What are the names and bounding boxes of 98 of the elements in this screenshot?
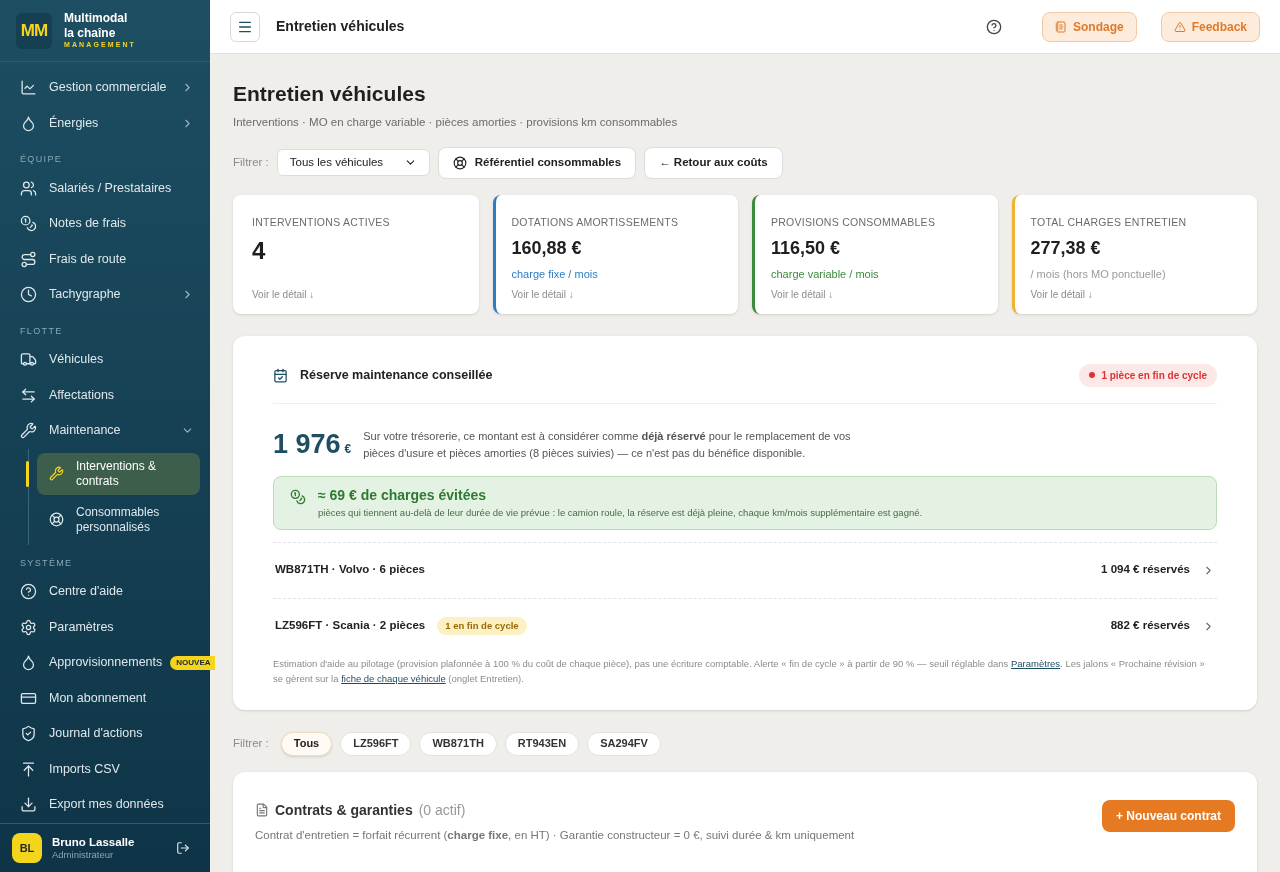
- download-icon: [20, 796, 37, 814]
- filter-chip[interactable]: LZ596FT: [340, 731, 412, 756]
- stat-value: 4: [252, 235, 267, 266]
- sidebar-item[interactable]: Salariés / Prestataires: [0, 170, 210, 206]
- page-subtitle: Interventions · MO en charge variable · pièces amorties · provisions km consommables: [233, 114, 679, 130]
- sidebar-item[interactable]: Énergies: [0, 105, 210, 141]
- droplet-icon: [20, 654, 37, 672]
- footnote: Estimation d'aide au pilotage (provision plafonnée à 100 % du coût de chaque pièce), pas une écriture comptable. Alerte « fin de cycle » à partir de 90 % — seuil réglable dans Paramètres. Les jalons « Prochaine révision » se gèrent sur la fiche de chaque véhicule (onglet Entretien).: [273, 656, 1206, 686]
- alert-badge: 1 pièce en fin de cycle: [1079, 363, 1217, 387]
- filter-label: Filtrer :: [233, 735, 269, 751]
- savings-text: pièces qui tiennent au-delà de leur durée de vie prévue : le camion roule, la réserve est déjà pleine, chaque km/mois supplémentaire est gagné.: [318, 506, 923, 521]
- user-role: Administrateur: [52, 849, 115, 862]
- sidebar-item[interactable]: Tachygraphe: [0, 277, 210, 313]
- brand-name: la chaîne: [64, 26, 117, 42]
- coins-icon: [20, 215, 37, 233]
- stat-note: / mois (hors MO ponctuelle): [1030, 266, 1167, 282]
- stat-value: 160,88 €: [511, 236, 583, 260]
- truck-icon: [20, 351, 37, 369]
- contract-count: (0 actif): [418, 800, 466, 820]
- currency-symbol: €: [344, 440, 352, 458]
- lifebuoy-icon: [49, 512, 64, 527]
- page-title: Entretien véhicules: [233, 81, 427, 107]
- inline-link[interactable]: fiche de chaque véhicule: [341, 672, 446, 684]
- detail-link[interactable]: Voir le détail ↓: [252, 286, 463, 302]
- vehicle-row[interactable]: WB871TH · Volvo · 6 pièces 1 094 € réservés: [273, 541, 1217, 598]
- new-badge: NOUVEA: [170, 655, 215, 670]
- sidebar-item[interactable]: Véhicules: [0, 342, 210, 378]
- reserve-amount: 1 976: [273, 427, 341, 461]
- filter-chip[interactable]: RT943EN: [504, 731, 580, 756]
- stat-value: 277,38 €: [1030, 236, 1102, 260]
- upload-icon: [20, 760, 37, 778]
- coins-icon: [290, 489, 306, 506]
- sidebar-item[interactable]: Journal d'actions: [0, 716, 210, 752]
- help-icon: [20, 583, 37, 601]
- stat-label: INTERVENTIONS ACTIVES: [252, 214, 391, 230]
- clock-icon: [20, 286, 37, 304]
- active-indicator: [26, 460, 29, 487]
- users-icon: [20, 179, 37, 197]
- stat-label: PROVISIONS CONSOMMABLES: [771, 214, 937, 230]
- section-title: Réserve maintenance conseillée: [300, 366, 493, 384]
- section-heading: FLOTTE: [19, 324, 64, 338]
- vehicle-select[interactable]: Tous les véhicules: [276, 149, 430, 177]
- section-heading: SYSTÈME: [19, 556, 74, 570]
- reserve-explanation: Sur votre trésorerie, ce montant est à considérer comme déjà réservé pour le remplacement de vos pièces d'usure et pièces amorties (8 pièces suivies) — ce n'est pas du bénéfice disponible.: [363, 428, 852, 461]
- user-name: Bruno Lassalle: [52, 834, 135, 850]
- arrows-icon: [20, 386, 37, 404]
- user-avatar: BL: [12, 833, 42, 863]
- back-button[interactable]: ← Retour aux coûts: [644, 146, 783, 179]
- filter-label: Filtrer :: [233, 155, 269, 171]
- document-icon: [255, 803, 269, 817]
- sidebar-item[interactable]: Gestion commerciale: [0, 70, 210, 106]
- notebook-icon: [1054, 20, 1067, 33]
- cycle-tag: 1 en fin de cycle: [437, 616, 527, 636]
- menu-button[interactable]: [230, 11, 260, 42]
- savings-title: ≈ 69 € de charges évitées: [318, 486, 487, 506]
- sidebar-item[interactable]: Affectations: [0, 377, 210, 413]
- stat-label: DOTATIONS AMORTISSEMENTS: [511, 214, 680, 230]
- sidebar-item[interactable]: Maintenance: [0, 413, 210, 449]
- droplet-icon: [20, 114, 37, 132]
- warning-icon: [1173, 20, 1186, 33]
- logo: MM: [16, 12, 52, 49]
- wrench-icon: [20, 422, 37, 440]
- contracts-description: Contrat d'entretien = forfait récurrent (charge fixe, en HT) · Garantie constructeur = 0 €, suivi durée & km uniquement: [255, 827, 855, 843]
- submenu-item[interactable]: Consommables personnalisés: [37, 498, 200, 541]
- stat-label: TOTAL CHARGES ENTRETIEN: [1030, 214, 1188, 230]
- sidebar-item[interactable]: Centre d'aide: [0, 574, 210, 610]
- sidebar-item[interactable]: Export mes données: [0, 787, 210, 823]
- consumables-button[interactable]: Référentiel consommables: [437, 146, 637, 179]
- calendar-icon: [273, 367, 288, 383]
- brand-name: Multimodal: [64, 11, 129, 27]
- sidebar-item[interactable]: Mon abonnement: [0, 680, 210, 716]
- filter-chip[interactable]: SA294FV: [587, 731, 661, 756]
- section-heading: ÉQUIPE: [19, 153, 64, 166]
- section-title: Contrats & garanties: [275, 800, 413, 820]
- detail-link[interactable]: Voir le détail ↓: [1030, 286, 1241, 302]
- stat-note: charge variable / mois: [771, 266, 880, 282]
- sidebar-item[interactable]: Frais de route: [0, 241, 210, 277]
- stat-note: charge fixe / mois: [511, 266, 599, 282]
- detail-link[interactable]: Voir le détail ↓: [771, 286, 982, 302]
- page-header-title: Entretien véhicules: [276, 17, 405, 36]
- wrench-icon: [49, 466, 64, 481]
- settings-icon: [20, 618, 37, 636]
- detail-link[interactable]: Voir le détail ↓: [511, 286, 722, 302]
- filter-chip[interactable]: WB871TH: [419, 731, 497, 756]
- route-icon: [20, 250, 37, 268]
- reserved-amount: 1 094 € réservés: [1101, 562, 1190, 578]
- lifebuoy-icon: [452, 155, 467, 170]
- vehicle-row[interactable]: LZ596FT · Scania · 2 pièces 1 en fin de cycle 882 € réservés: [273, 597, 1217, 654]
- help-icon[interactable]: [985, 18, 1002, 35]
- reserved-amount: 882 € réservés: [1110, 618, 1190, 634]
- shield-icon: [20, 725, 37, 743]
- filter-chip[interactable]: Tous: [280, 731, 333, 756]
- sidebar-item[interactable]: Paramètres: [0, 609, 210, 645]
- chart-icon: [20, 79, 37, 97]
- sidebar-item[interactable]: Notes de frais: [0, 206, 210, 242]
- stat-value: 116,50 €: [771, 236, 842, 260]
- sidebar-item[interactable]: Imports CSV: [0, 751, 210, 787]
- logout-icon[interactable]: [176, 841, 190, 855]
